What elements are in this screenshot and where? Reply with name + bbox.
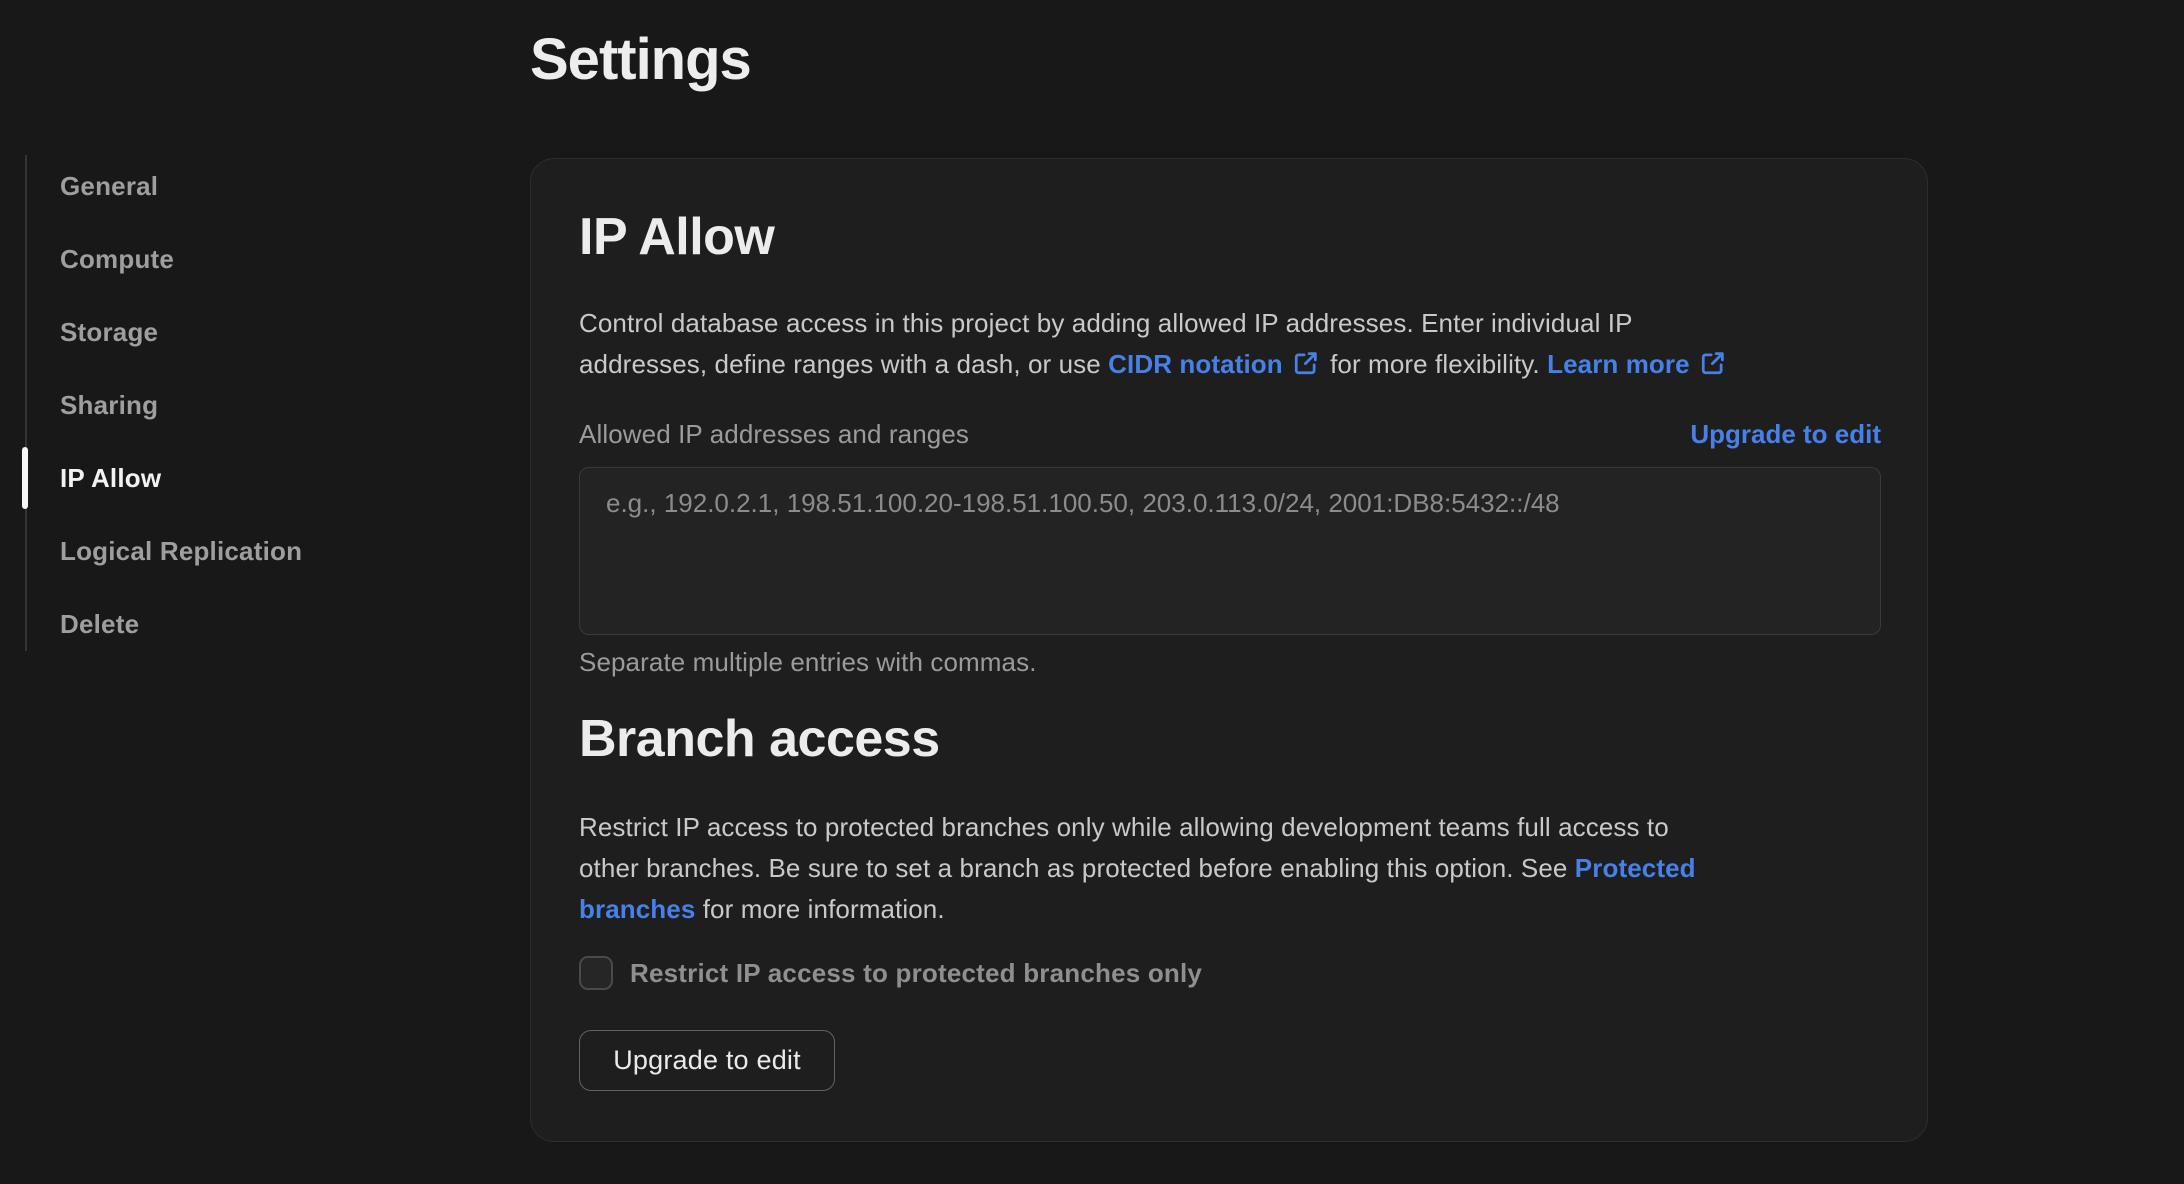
description-text: Restrict IP access to protected branches… — [579, 812, 1669, 883]
cidr-notation-link[interactable]: CIDR notation — [1108, 349, 1283, 379]
allowed-ip-addresses-input[interactable] — [579, 467, 1881, 635]
sidebar-item-ip-allow[interactable]: IP Allow — [0, 442, 500, 515]
restrict-ip-checkbox[interactable] — [579, 956, 613, 990]
sidebar-item-logical-replication[interactable]: Logical Replication — [0, 515, 500, 588]
restrict-ip-checkbox-row: Restrict IP access to protected branches… — [579, 956, 1202, 990]
sidebar-item-sharing[interactable]: Sharing — [0, 369, 500, 442]
external-link-icon — [1291, 348, 1321, 390]
page-title: Settings — [530, 27, 752, 92]
ip-allow-description: Control database access in this project … — [579, 303, 1919, 390]
upgrade-to-edit-link[interactable]: Upgrade to edit — [1690, 419, 1881, 450]
sidebar-item-general[interactable]: General — [0, 150, 500, 223]
sidebar-item-delete[interactable]: Delete — [0, 588, 500, 661]
external-link-icon — [1698, 348, 1728, 390]
ip-allow-section-title: IP Allow — [579, 208, 775, 266]
ip-field-label-row: Allowed IP addresses and ranges Upgrade … — [579, 417, 1881, 451]
upgrade-to-edit-button[interactable]: Upgrade to edit — [579, 1030, 835, 1091]
ip-field-helper-text: Separate multiple entries with commas. — [579, 647, 1037, 677]
ip-field-label: Allowed IP addresses and ranges — [579, 418, 969, 449]
branch-access-section-title: Branch access — [579, 710, 940, 768]
description-text: for more information. — [695, 894, 945, 924]
ip-allow-settings-card: IP Allow Control database access in this… — [530, 158, 1928, 1142]
settings-sidebar: General Compute Storage Sharing IP Allow… — [0, 150, 500, 661]
sidebar-item-compute[interactable]: Compute — [0, 223, 500, 296]
sidebar-item-storage[interactable]: Storage — [0, 296, 500, 369]
learn-more-link[interactable]: Learn more — [1547, 349, 1690, 379]
description-text: for more flexibility. — [1322, 349, 1548, 379]
restrict-ip-checkbox-label: Restrict IP access to protected branches… — [630, 957, 1203, 988]
branch-access-description: Restrict IP access to protected branches… — [579, 807, 1919, 930]
